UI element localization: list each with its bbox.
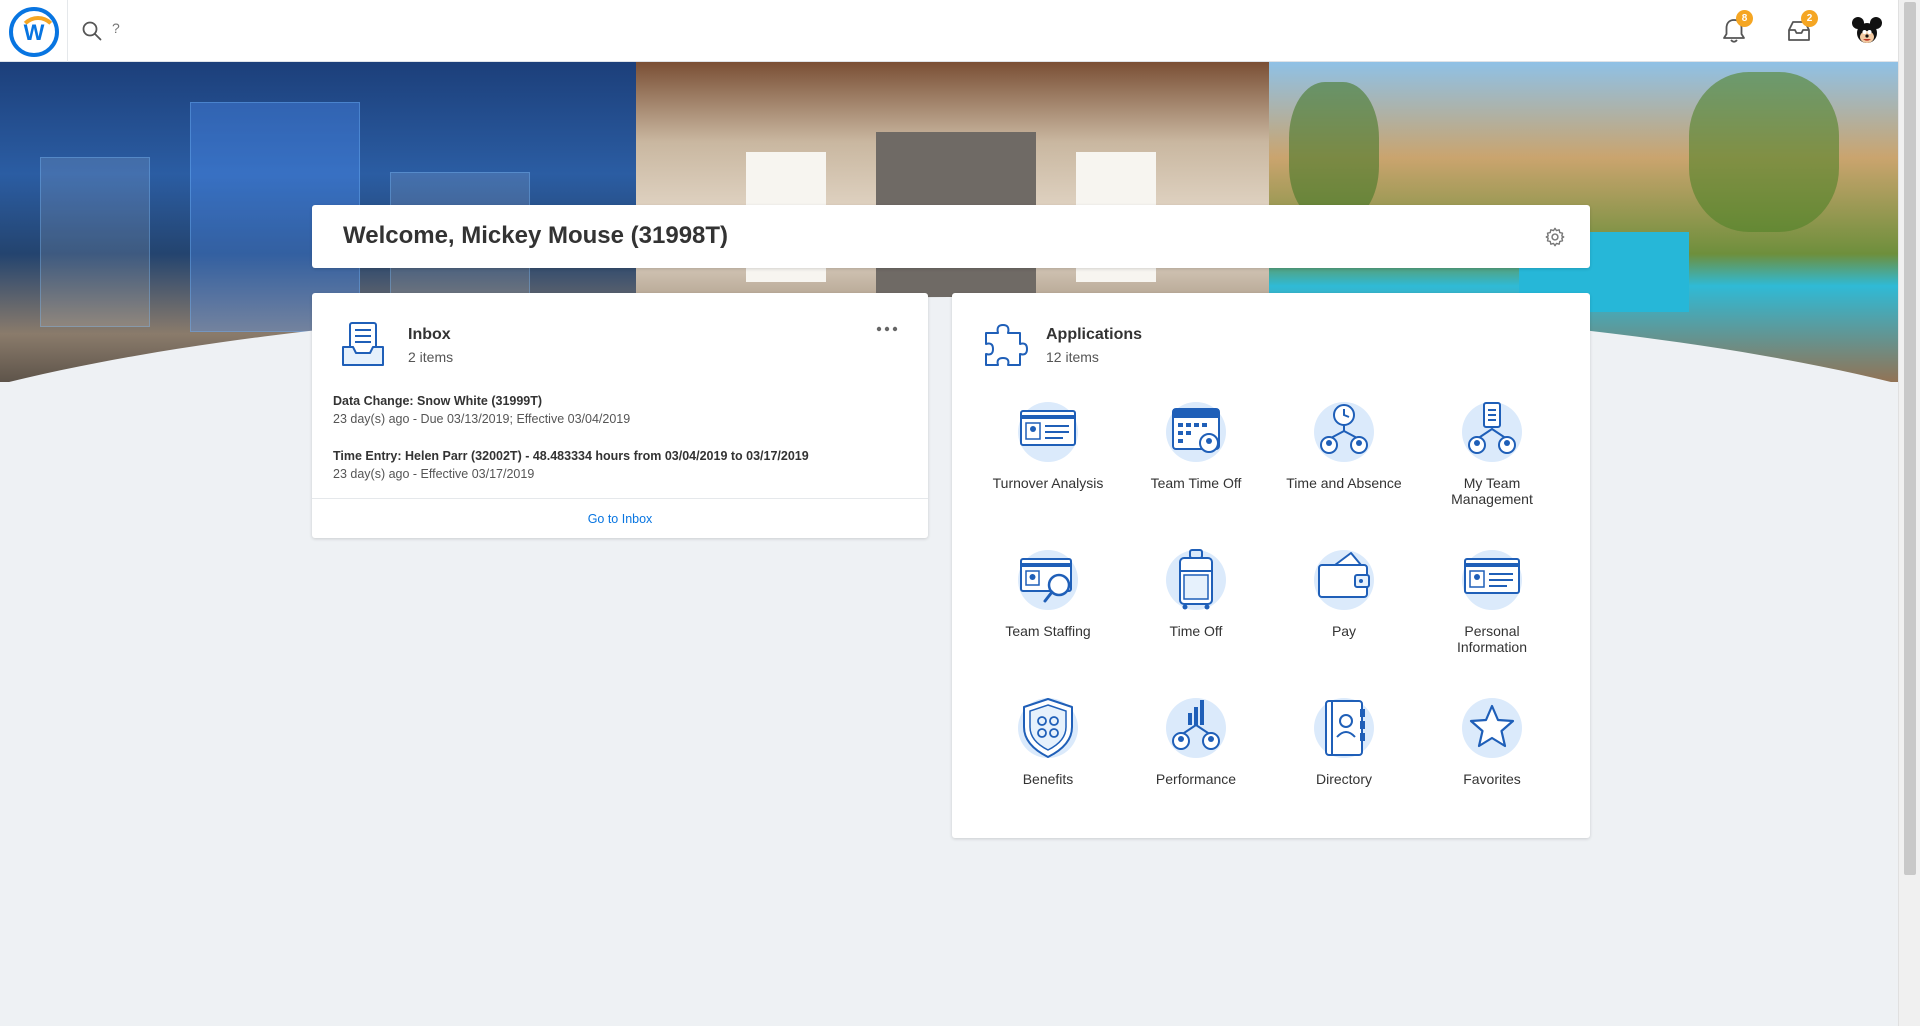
team-staffing-icon: [1018, 550, 1078, 610]
turnover-analysis-icon: [1018, 402, 1078, 462]
shield-icon: [1018, 698, 1078, 758]
personal-information-icon: [1462, 550, 1522, 610]
applications-count: 12 items: [1046, 349, 1099, 365]
app-tile-label: Time Off: [1169, 623, 1223, 639]
applications-title: Applications: [1046, 326, 1143, 343]
search-icon[interactable]: [82, 21, 102, 41]
app-tile-turnover-analysis[interactable]: Turnover Analysis: [978, 399, 1118, 491]
inbox-item-title: Time Entry: Helen Parr (32002T) - 48.483…: [333, 449, 809, 463]
suitcase-icon: [1166, 549, 1226, 610]
app-tile-label: Team Time Off: [1150, 475, 1242, 491]
search-input[interactable]: [112, 20, 412, 36]
app-tile-team-staffing[interactable]: Team Staffing: [978, 547, 1118, 639]
app-tile-my-team-management[interactable]: My Team Management: [1422, 399, 1562, 507]
app-tile-label: Time and Absence: [1286, 475, 1402, 491]
app-tile-label: Favorites: [1463, 771, 1521, 787]
my-team-management-icon: [1462, 402, 1522, 462]
app-tile-label: Directory: [1315, 771, 1372, 787]
page-title: Welcome, Mickey Mouse (31998T): [343, 222, 729, 249]
star-icon: [1462, 698, 1522, 758]
app-tile-performance[interactable]: Performance: [1126, 695, 1266, 787]
applications-card: Applications 12 items Turnover Analysis …: [952, 293, 1590, 838]
top-bar: W 8 2: [0, 0, 1898, 62]
puzzle-icon: [985, 324, 1028, 366]
app-tile-label: Benefits: [1022, 771, 1074, 787]
notifications-button[interactable]: 8: [1717, 10, 1753, 48]
avatar[interactable]: [1850, 14, 1884, 48]
inbox-icon: [342, 322, 384, 366]
app-tile-time-and-absence[interactable]: Time and Absence: [1274, 399, 1414, 491]
app-tile-label: My Team Management: [1451, 475, 1533, 507]
app-tile-team-time-off[interactable]: Team Time Off: [1126, 399, 1266, 491]
welcome-bar: Welcome, Mickey Mouse (31998T): [312, 205, 1590, 268]
app-tile-directory[interactable]: Directory: [1274, 695, 1414, 787]
notifications-badge: 8: [1736, 10, 1753, 27]
app-tile-personal-information[interactable]: Personal Information: [1422, 547, 1562, 655]
time-and-absence-icon: [1314, 402, 1374, 462]
logo-letter: W: [23, 20, 45, 45]
performance-icon: [1166, 698, 1226, 758]
scrollbar-thumb[interactable]: [1904, 2, 1916, 875]
directory-icon: [1314, 698, 1374, 758]
app-tile-label: Team Staffing: [1005, 623, 1091, 639]
inbox-item-title: Data Change: Snow White (31999T): [333, 394, 543, 408]
more-options-icon[interactable]: [876, 326, 898, 332]
inbox-footer: Go to Inbox: [312, 498, 928, 538]
wallet-icon: [1314, 550, 1374, 610]
inbox-badge: 2: [1801, 10, 1818, 27]
go-to-inbox-link[interactable]: Go to Inbox: [588, 512, 653, 526]
inbox-card: Inbox 2 items Data Change: Snow White (3…: [312, 293, 928, 538]
app-tile-label: Turnover Analysis: [992, 475, 1104, 491]
mickey-avatar-icon: [1852, 17, 1882, 43]
app-tile-time-off[interactable]: Time Off: [1126, 547, 1266, 639]
inbox-button[interactable]: 2: [1782, 10, 1818, 48]
app-tile-favorites[interactable]: Favorites: [1422, 695, 1562, 787]
inbox-title[interactable]: Inbox: [408, 326, 451, 344]
app-tile-benefits[interactable]: Benefits: [978, 695, 1118, 787]
inbox-item[interactable]: Time Entry: Helen Parr (32002T) - 48.483…: [333, 447, 809, 483]
inbox-item-detail: 23 day(s) ago - Effective 03/17/2019: [333, 467, 535, 481]
page-scrollbar[interactable]: [1898, 0, 1920, 1026]
inbox-item-detail: 23 day(s) ago - Due 03/13/2019; Effectiv…: [333, 412, 631, 426]
divider: [67, 0, 68, 62]
gear-icon[interactable]: [1544, 226, 1566, 248]
inbox-count: 2 items: [408, 349, 454, 365]
app-tile-label: Personal Information: [1456, 623, 1528, 655]
app-tile-pay[interactable]: Pay: [1274, 547, 1414, 639]
app-tile-label: Pay: [1331, 623, 1357, 639]
team-time-off-icon: [1166, 402, 1226, 462]
inbox-item[interactable]: Data Change: Snow White (31999T) 23 day(…: [333, 392, 630, 428]
app-tile-label: Performance: [1155, 771, 1237, 787]
workday-logo[interactable]: W: [9, 7, 59, 57]
